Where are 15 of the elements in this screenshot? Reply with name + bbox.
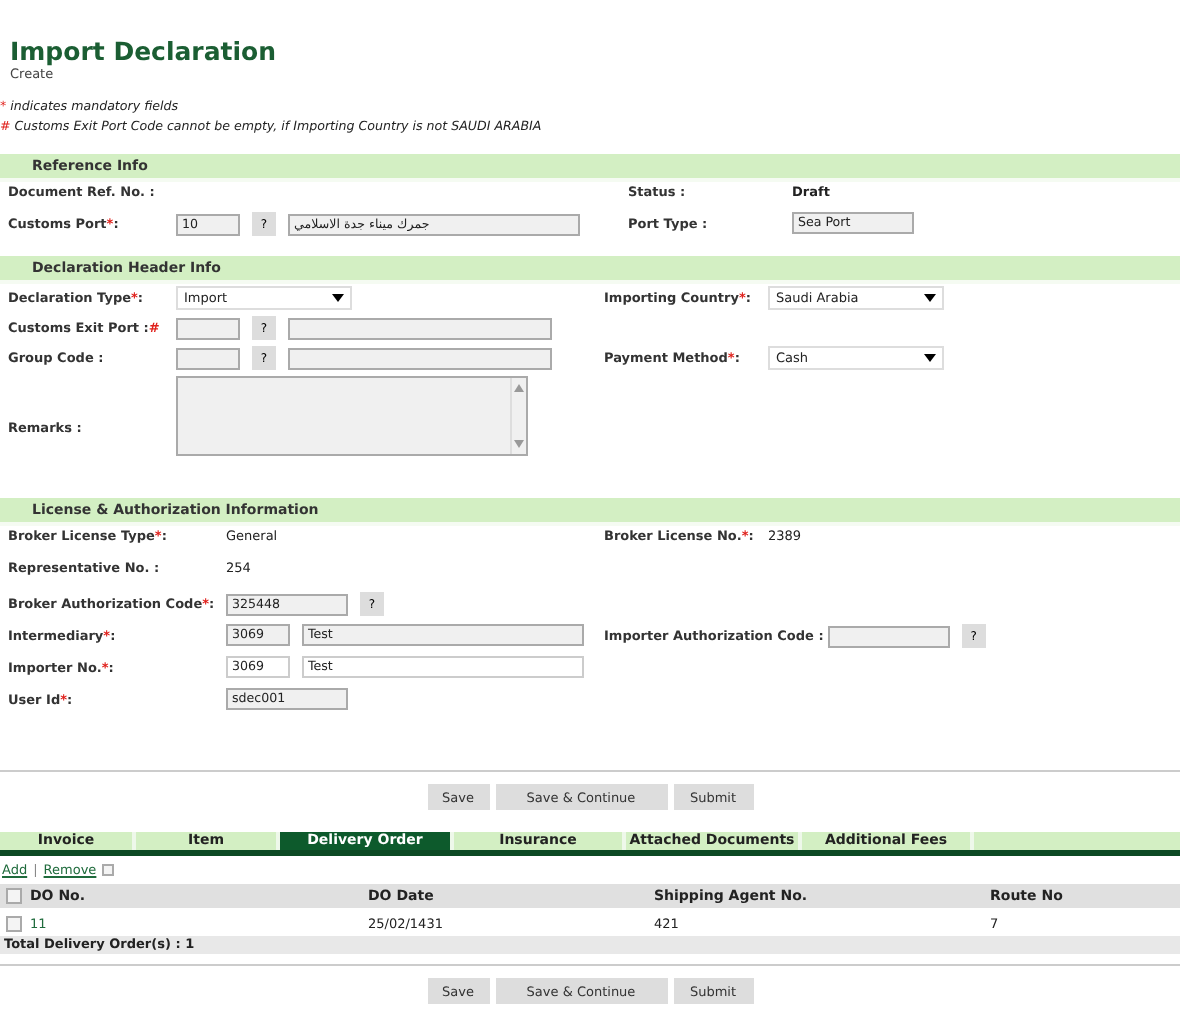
input-field[interactable] xyxy=(288,317,552,339)
checkbox[interactable] xyxy=(102,864,115,876)
page-title: Import Declaration xyxy=(10,38,279,66)
input-field[interactable] xyxy=(176,317,240,339)
input-field[interactable] xyxy=(176,347,240,369)
input-field[interactable] xyxy=(288,347,552,369)
scroll-up-icon[interactable] xyxy=(514,384,524,392)
caret-icon xyxy=(924,354,936,362)
select-all-checkbox[interactable] xyxy=(6,888,22,905)
caret-icon xyxy=(924,294,936,302)
caret-icon xyxy=(332,294,344,302)
remarks-field[interactable] xyxy=(176,376,528,456)
scroll-down-icon[interactable] xyxy=(514,440,524,448)
input-field[interactable] xyxy=(827,625,950,647)
row-checkbox[interactable] xyxy=(6,916,22,933)
